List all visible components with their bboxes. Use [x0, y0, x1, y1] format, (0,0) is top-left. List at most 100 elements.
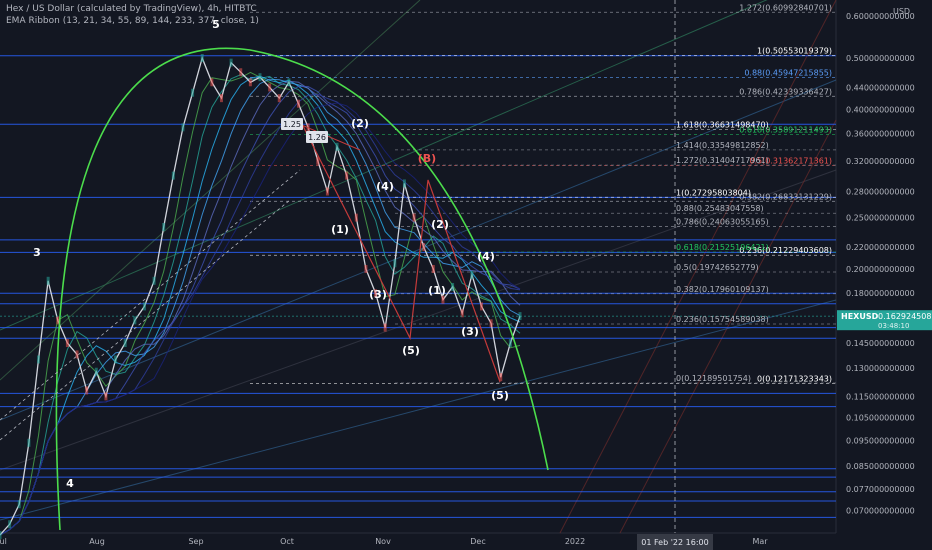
y-tick-label: 0.070000000000 [846, 507, 915, 516]
candle [258, 73, 262, 82]
x-tick-label: 2022 [565, 537, 585, 546]
candle [104, 392, 108, 401]
candle [297, 99, 301, 108]
price-chart[interactable]: 1.272(0.60992840701) 1(0.50553019379) 0.88… [0, 0, 932, 550]
candle [94, 367, 98, 376]
candle [142, 302, 146, 311]
wave-label: 1.25 [283, 120, 301, 129]
candle [75, 350, 79, 359]
candle [17, 500, 21, 509]
y-tick-label: 0.320000000000 [846, 157, 915, 166]
candle [85, 386, 89, 395]
fib-label: 0.88(0.45947215855) [744, 68, 832, 77]
wave-label: (3) [461, 325, 479, 338]
countdown-value: 03:48:10 [878, 322, 909, 330]
candle [354, 213, 358, 222]
candle [133, 316, 137, 325]
candle [114, 355, 118, 364]
fib-label: 0(0.12189501754) [676, 374, 751, 383]
chart-stage[interactable]: 1.272(0.60992840701) 1(0.50553019379) 0.88… [0, 0, 932, 550]
last-price-value: 0.16292450871 [878, 312, 932, 321]
indicator-legend: EMA Ribbon (13, 21, 34, 55, 89, 144, 233… [6, 16, 259, 26]
candle [46, 276, 50, 285]
wave-label: (4) [376, 180, 394, 193]
wave-label: (1) [428, 284, 446, 297]
candle [37, 355, 41, 364]
chart-title: Hex / US Dollar (calculated by TradingVi… [6, 4, 257, 14]
symbol-tag: HEXUSD [841, 312, 879, 321]
fib-label: 0.786(0.24063055165) [676, 217, 769, 226]
candle [479, 302, 483, 311]
candle [162, 222, 166, 231]
candle [489, 319, 493, 328]
candle [412, 213, 416, 222]
ema-ribbon-line [0, 86, 521, 536]
candle [8, 520, 12, 529]
y-tick-label: 0.440000000000 [846, 83, 915, 92]
wave-label: 3 [33, 246, 41, 259]
fib-label: 0.786(0.42339336427) [739, 87, 832, 96]
x-tick-label: Mar [752, 537, 768, 546]
fib-label: 0.88(0.25483047558) [676, 204, 764, 213]
y-tick-label: 0.180000000000 [846, 289, 915, 298]
wave-label: (B) [418, 152, 436, 165]
candle [191, 88, 195, 97]
y-tick-label: 0.220000000000 [846, 243, 915, 252]
wave-label: 4 [66, 477, 74, 490]
wave-label: (5) [491, 389, 509, 402]
y-tick-label: 0.250000000000 [846, 214, 915, 223]
candle [383, 323, 387, 332]
wave-label: (2) [431, 218, 449, 231]
x-tick-label: Oct [280, 537, 294, 546]
y-tick-label: 0.145000000000 [846, 339, 915, 348]
candle [219, 94, 223, 103]
wave-label: (1) [331, 223, 349, 236]
candle [229, 58, 233, 67]
y-tick-label: 0.600000000000 [846, 12, 915, 21]
fib-label: 1.618(0.36631498470) [676, 121, 769, 130]
wave-label: (2) [351, 117, 369, 130]
candle [210, 78, 214, 87]
fib-label: 0.618(0.21525196421) [676, 243, 769, 252]
candle [152, 276, 156, 285]
crosshair-date-value: 01 Feb '22 16:00 [641, 538, 708, 547]
y-tick-label: 0.115000000000 [846, 392, 915, 401]
candle [335, 142, 339, 151]
candle [470, 270, 474, 279]
y-tick-label: 0.095000000000 [846, 436, 915, 445]
x-tick-label: Sep [188, 537, 203, 546]
x-tick-label: Jul [0, 537, 7, 546]
y-tick-label: 0.500000000000 [846, 54, 915, 63]
y-tick-label: 0.280000000000 [846, 188, 915, 197]
fib-label: 1.414(0.33549812852) [676, 141, 769, 150]
fib-label: 1.272(0.31404717961) [676, 156, 769, 165]
candle [200, 54, 204, 62]
wave-label: (3) [369, 288, 387, 301]
fan-line [0, 299, 837, 521]
candle [27, 438, 31, 447]
candle [181, 123, 185, 132]
candle [171, 171, 175, 180]
y-tick-label: 0.200000000000 [846, 265, 915, 274]
x-tick-label: Aug [89, 537, 105, 546]
fan-line [619, 119, 837, 534]
ema-ribbon-line [0, 74, 521, 536]
candle [422, 243, 426, 252]
fib-label: 0.5(0.19742652779) [676, 263, 759, 272]
candle [287, 78, 291, 87]
candle [123, 339, 127, 348]
wave-label: (5) [402, 344, 420, 357]
candle [277, 94, 281, 103]
fib-label: 1(0.50553019379) [757, 46, 832, 55]
fib-label: 1.272(0.60992840701) [739, 3, 832, 12]
x-tick-label: Nov [375, 537, 391, 546]
candle [393, 259, 397, 268]
candle [431, 264, 435, 273]
wave-label: 1.26 [308, 133, 326, 142]
fib-label: 0.236(0.15754589038) [676, 315, 769, 324]
y-tick-label: 0.400000000000 [846, 105, 915, 114]
wave-label: (4) [477, 250, 495, 263]
y-tick-label: 0.105000000000 [846, 413, 915, 422]
fib-label: 1(0.27295803804) [676, 188, 751, 197]
candle [402, 179, 406, 188]
